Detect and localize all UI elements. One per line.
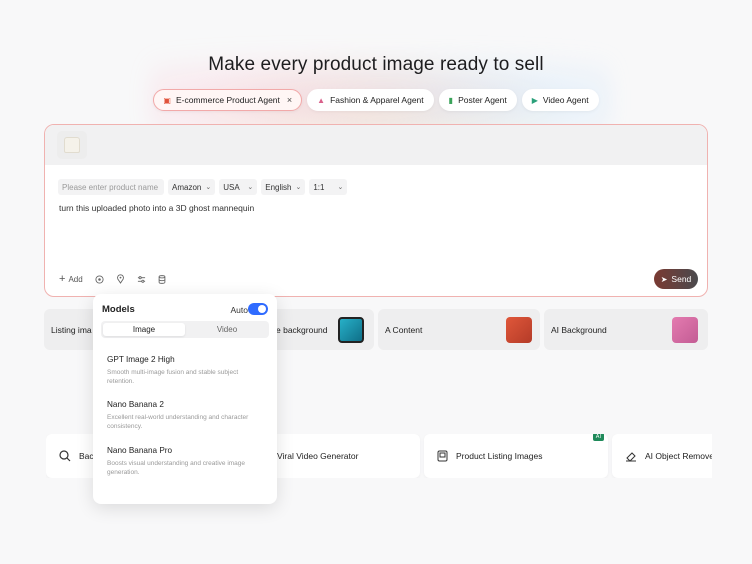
- prompt-composer: Please enter product name Amazon ⌄ USA ⌄…: [44, 124, 708, 297]
- feature-card-image: [672, 317, 698, 343]
- agent-tab-label: Video Agent: [542, 95, 589, 105]
- tool-card-label: Bac: [79, 451, 94, 461]
- agent-tab-label: E-commerce Product Agent: [175, 95, 280, 105]
- tool-card-listing-images[interactable]: Product Listing Images AI: [424, 434, 608, 478]
- ratio-value: 1:1: [313, 182, 325, 192]
- country-select[interactable]: USA ⌄: [219, 179, 258, 195]
- uploaded-image-thumbnail[interactable]: [57, 131, 87, 159]
- image-icon: [437, 450, 448, 462]
- auto-toggle[interactable]: [248, 303, 268, 315]
- agent-tab-ecommerce[interactable]: ▣ E-commerce Product Agent ×: [153, 89, 303, 111]
- agent-tabs: ▣ E-commerce Product Agent × ▲ Fashion &…: [0, 89, 752, 111]
- composer-toolbar: + Add: [59, 273, 166, 285]
- send-button[interactable]: ➤ Send: [654, 269, 698, 289]
- auto-label: Auto: [230, 305, 249, 315]
- model-description: Boosts visual understanding and creative…: [107, 460, 246, 476]
- marketplace-value: Amazon: [172, 182, 202, 192]
- add-button[interactable]: + Add: [59, 273, 83, 285]
- shirt-image: [64, 137, 80, 153]
- page-title: Make every product image ready to sell: [208, 54, 544, 75]
- product-fields: Please enter product name Amazon ⌄ USA ⌄…: [58, 179, 348, 195]
- language-select[interactable]: English ⌄: [261, 179, 306, 195]
- chevron-down-icon: ⌄: [337, 184, 344, 191]
- feature-card-label: A Content: [385, 324, 423, 335]
- model-button[interactable]: [95, 274, 104, 284]
- eraser-icon: [626, 452, 636, 462]
- agent-tab-video[interactable]: ▶ Video Agent: [521, 89, 599, 111]
- search-icon: [59, 450, 71, 462]
- agent-tab-poster[interactable]: ▮ Poster Agent: [438, 89, 517, 111]
- prompt-text[interactable]: turn this uploaded photo into a 3D ghost…: [59, 203, 254, 213]
- agent-tab-fashion[interactable]: ▲ Fashion & Apparel Agent: [307, 89, 434, 111]
- cube-icon: [95, 274, 104, 284]
- close-icon[interactable]: ×: [287, 95, 292, 105]
- tool-card-label: Viral Video Generator: [277, 451, 359, 461]
- database-icon: [158, 274, 166, 284]
- send-label: Send: [671, 274, 692, 284]
- send-icon: ➤: [660, 274, 668, 284]
- tab-image[interactable]: Image: [103, 323, 185, 336]
- model-name: GPT Image 2 High: [107, 355, 175, 364]
- chevron-down-icon: ⌄: [247, 184, 254, 191]
- plus-icon: +: [59, 273, 66, 285]
- add-label: Add: [68, 274, 83, 284]
- models-dropdown: Models Auto Image Video GPT Image 2 High…: [93, 294, 277, 504]
- feature-card-image: [338, 317, 364, 343]
- database-button[interactable]: [158, 274, 166, 284]
- tool-card-label: AI Object Remove: [645, 451, 712, 461]
- feature-card-image: [506, 317, 532, 343]
- tab-video[interactable]: Video: [187, 323, 267, 336]
- settings-button[interactable]: [137, 275, 146, 284]
- store-icon: ▣: [163, 95, 171, 105]
- model-option-nano-banana-2[interactable]: Nano Banana 2 Excellent real-world under…: [107, 400, 267, 431]
- location-button[interactable]: [116, 274, 125, 284]
- sliders-icon: [137, 275, 145, 283]
- model-name: Nano Banana 2: [107, 400, 164, 409]
- model-option-nano-banana-pro[interactable]: Nano Banana Pro Boosts visual understand…: [107, 446, 267, 477]
- feature-card-content[interactable]: A Content: [378, 309, 540, 350]
- feature-card-label: Listing ima: [51, 324, 92, 335]
- language-value: English: [265, 182, 292, 192]
- shirt-icon: ▲: [317, 95, 326, 105]
- feature-card-ai-background[interactable]: AI Background: [544, 309, 708, 350]
- chevron-down-icon: ⌄: [295, 184, 302, 191]
- ai-badge: AI: [592, 434, 604, 441]
- country-value: USA: [223, 182, 240, 192]
- agent-tab-label: Fashion & Apparel Agent: [330, 95, 424, 105]
- play-icon: ▶: [531, 95, 538, 105]
- toggle-knob: [258, 305, 266, 313]
- model-type-tabs: Image Video: [101, 321, 269, 338]
- tool-card-object-remover[interactable]: AI Object Remove: [612, 434, 712, 478]
- agent-tab-label: Poster Agent: [458, 95, 507, 105]
- chevron-down-icon: ⌄: [205, 184, 212, 191]
- model-description: Smooth multi-image fusion and stable sub…: [107, 369, 239, 385]
- feature-card-background[interactable]: e background: [272, 309, 374, 350]
- poster-icon: ▮: [448, 95, 454, 105]
- feature-card-label: e background: [276, 324, 328, 335]
- model-name: Nano Banana Pro: [107, 446, 173, 455]
- ratio-select[interactable]: 1:1 ⌄: [309, 179, 348, 195]
- model-description: Excellent real-world understanding and c…: [107, 414, 249, 430]
- marketplace-select[interactable]: Amazon ⌄: [168, 179, 216, 195]
- model-option-gpt-image-2-high[interactable]: GPT Image 2 High Smooth multi-image fusi…: [107, 355, 267, 386]
- upload-strip: [45, 125, 707, 165]
- models-title: Models: [102, 304, 135, 315]
- tool-card-label: Product Listing Images: [456, 451, 543, 461]
- map-pin-icon: [116, 274, 124, 284]
- product-name-input[interactable]: Please enter product name: [58, 179, 164, 195]
- feature-card-label: AI Background: [551, 324, 607, 335]
